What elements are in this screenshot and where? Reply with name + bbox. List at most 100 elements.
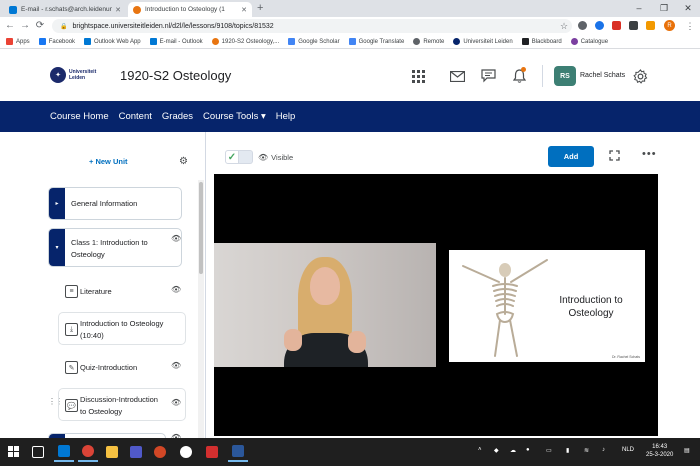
hidden-eye-slash-icon[interactable]: 👁 [171,398,181,407]
bookmark-remote[interactable]: Remote [413,38,444,45]
apps-grid-icon [6,38,13,45]
bookmark-osteology[interactable]: 1920-S2 Osteology,... [211,38,279,45]
lesson-introduction-to-osteology[interactable]: ⤓ Introduction to Osteology (10:40) [58,312,186,345]
lesson-literature[interactable]: ≡ Literature [58,280,186,302]
bookmark-facebook[interactable]: Facebook [38,38,75,45]
facebook-icon [38,38,46,45]
course-header: ✦ Universiteit Leiden 1920-S2 Osteology … [0,49,700,101]
url-text: brightspace.universiteitleiden.nl/d2l/le… [72,22,274,30]
course-title[interactable]: 1920-S2 Osteology [120,68,231,83]
course-navbar: Course Home Content Grades Course Tools … [0,101,700,132]
hidden-eye-slash-icon[interactable]: 👁 [171,285,181,294]
outlook-icon [84,38,92,45]
close-icon[interactable]: ✕ [241,6,247,14]
extension-icon[interactable] [595,21,604,30]
hidden-eye-slash-icon[interactable]: 👁 [171,234,181,243]
bookmark-universiteit-leiden[interactable]: Universiteit Leiden [453,38,513,45]
sidebar-scroll-thumb[interactable] [199,182,203,274]
tab-osteology[interactable]: Introduction to Osteology (1 ✕ [128,2,252,17]
system-clock[interactable]: 16:43 25-3-2020 [646,443,673,459]
new-tab-button[interactable]: + [257,2,263,15]
unit-class-1[interactable]: ▾ Class 1: Introduction to Osteology [48,228,182,267]
file-explorer-icon[interactable] [102,442,122,462]
reload-icon[interactable]: ⟳ [34,19,46,33]
powerpoint-icon[interactable] [150,442,170,462]
battery-icon[interactable]: ▭ [546,447,552,454]
avatar[interactable]: RS [554,66,576,86]
wifi-icon[interactable]: ≋ [584,447,589,454]
close-icon[interactable]: ✕ [115,6,121,14]
outlook-icon [9,5,17,14]
gear-icon[interactable]: ⚙ [179,156,188,167]
bookmark-google-translate[interactable]: Google Translate [348,38,404,45]
mail-app-icon[interactable] [54,442,74,462]
star-icon[interactable]: ☆ [558,19,570,33]
leiden-icon [453,38,461,45]
tab-email[interactable]: E-mail - r.schats@arch.leidenuniv.nl ✕ [4,2,126,17]
dropbox-icon[interactable]: ◆ [494,447,499,454]
extension-icon[interactable] [578,21,587,30]
lesson-discussion-introduction[interactable]: 💬 Discussion-Introduction to Osteology [58,388,186,421]
bookmark-blackboard[interactable]: Blackboard [521,38,562,45]
bell-icon[interactable] [511,67,527,84]
remote-icon [413,38,421,45]
language-indicator[interactable]: NLD [622,447,634,453]
notification-center-icon[interactable]: ▤ [684,447,690,454]
extension-icon[interactable] [646,21,655,30]
minimize-button[interactable]: – [631,1,647,15]
user-name[interactable]: Rachel Schats [580,72,625,79]
extension-icon[interactable] [629,21,638,30]
brightspace-icon [133,5,141,14]
windows-start-icon[interactable] [8,446,20,458]
nav-grades[interactable]: Grades [162,111,193,122]
hidden-eye-slash-icon[interactable]: 👁 [171,361,181,370]
course-selector-grid-icon[interactable] [410,68,426,84]
bookmark-email-outlook[interactable]: E-mail - Outlook [149,38,203,45]
forward-icon[interactable]: → [19,19,31,33]
scholar-icon [288,38,296,45]
address-bar[interactable]: 🔒 brightspace.universiteitleiden.nl/d2l/… [52,19,572,33]
task-view-icon[interactable] [28,442,48,462]
word-icon[interactable] [228,442,248,462]
nav-content[interactable]: Content [119,111,152,122]
chevron-right-icon[interactable]: ▸ [49,188,65,219]
visibility-toggle[interactable]: ✓ 👁 Visible [225,150,293,164]
chevron-down-icon[interactable]: ▾ [49,229,65,266]
nav-course-tools[interactable]: Course Tools ▾ [203,111,266,122]
close-window-button[interactable]: ✕ [680,1,696,15]
browser-menu-icon[interactable]: ⋮ [684,19,696,33]
lesson-quiz-introduction[interactable]: ✎ Quiz-Introduction [58,356,186,378]
restore-button[interactable]: ❐ [656,1,672,15]
network-icon[interactable]: ▮ [566,447,569,454]
media-player-icon[interactable] [176,442,196,462]
onedrive-icon[interactable]: ☁ [510,447,516,454]
add-button[interactable]: Add [548,146,594,167]
volume-icon[interactable]: ♪ [602,447,605,453]
university-logo[interactable]: ✦ Universiteit Leiden [50,67,96,83]
chrome-icon[interactable] [78,442,98,462]
new-unit-button[interactable]: + New Unit [89,157,128,166]
bookmark-apps[interactable]: Apps [6,38,30,45]
video-player[interactable]: Introduction to Osteology Dr. Rachel Sch… [214,174,658,436]
acrobat-icon[interactable] [202,442,222,462]
settings-gear-icon[interactable] [632,68,648,84]
lesson-label: Literature [80,287,112,296]
mail-icon[interactable] [449,68,465,84]
fullscreen-icon[interactable] [609,150,620,164]
back-icon[interactable]: ← [4,19,16,33]
nav-course-home[interactable]: Course Home [50,111,109,122]
bookmark-outlook-web-app[interactable]: Outlook Web App [84,38,141,45]
tray-chevron-icon[interactable]: ˄ [478,447,482,453]
profile-avatar[interactable]: R [664,20,675,31]
nav-help[interactable]: Help [276,111,296,122]
tray-app-icon[interactable]: ● [526,447,530,453]
extension-icon[interactable] [612,21,621,30]
bookmark-google-scholar[interactable]: Google Scholar [288,38,340,45]
bookmark-catalogue[interactable]: Catalogue [570,38,608,45]
unit-label: General Information [71,199,138,208]
teams-icon[interactable] [126,442,146,462]
message-alerts-icon[interactable] [480,68,496,84]
more-options-icon[interactable]: ••• [642,148,657,160]
unit-general-information[interactable]: ▸ General Information [48,187,182,220]
presentation-slide: Introduction to Osteology Dr. Rachel Sch… [449,250,645,362]
